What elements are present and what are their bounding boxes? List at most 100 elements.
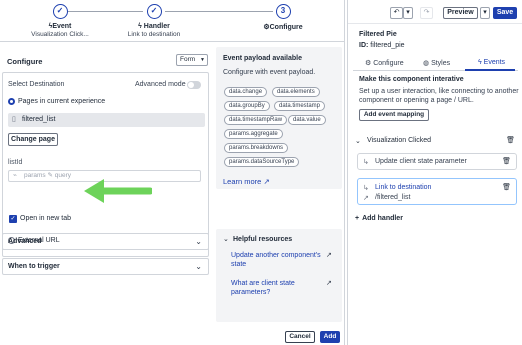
tab-configure[interactable]: ⚙ Configure [365,59,404,67]
component-config-panel: ↶ ▾ ↷ Preview ▾ Save Filtered Pie ID: fi… [347,0,522,345]
configure-title: Configure [7,57,43,66]
id-value: filtered_pie [370,42,405,49]
step-title: Event [52,23,72,30]
chevron-down-icon: ⌄ [195,262,202,271]
payload-chip[interactable]: params.breakdowns [224,143,289,153]
action-sublabel: /filtered_list [375,194,411,201]
stepper: ✓ ϟEvent Visualization Click... ✓ ϟ Hand… [0,0,345,42]
form-select[interactable]: Form ▼ [176,54,208,66]
page-icon: ▯ [12,116,16,123]
variable-icon: ⌁ [13,172,17,179]
listid-placeholder: params ✎ query [24,172,71,179]
step-subtitle: Link to destination [127,31,181,38]
pages-radio-label: Pages in current experience [18,98,106,105]
step-event[interactable]: ✓ ϟEvent Visualization Click... [15,4,105,38]
payload-chip[interactable]: data.elements [272,87,320,97]
pages-radio[interactable] [8,98,15,105]
step-handler[interactable]: ✓ ϟ Handler Link to destination [109,4,199,38]
preview-dropdown-icon[interactable]: ▾ [480,7,490,19]
learn-more-label: Learn more [223,177,262,186]
trash-icon[interactable]: 🗑 [506,136,515,144]
step-subtitle: Visualization Click... [31,31,89,38]
advanced-accordion[interactable]: Advanced ⌄ [2,233,209,250]
configure-column: Configure Form ▼ Select Destination Adva… [0,47,212,277]
payload-chip[interactable]: data.value [288,115,326,125]
active-tab-indicator [465,69,515,71]
trash-icon[interactable]: 🗑 [502,157,511,165]
selected-page-value: filtered_list [22,116,56,123]
trash-icon[interactable]: 🗑 [502,183,511,191]
step-title: Handler [143,23,170,30]
step-title: Configure [269,24,303,31]
selected-page-field: ▯ filtered_list [8,113,205,127]
check-icon: ✓ [146,4,162,19]
learn-more-link[interactable]: Learn more ↗ [223,177,270,186]
add-button[interactable]: Add [320,331,340,343]
when-to-trigger-label: When to trigger [8,263,60,270]
external-link-icon: ↗ [326,280,332,287]
helpful-title: Helpful resources [233,236,293,243]
payload-chip[interactable]: params.dataSourceType [224,157,300,167]
payload-chip[interactable]: params.aggregate [224,129,283,139]
add-event-mapping-button[interactable]: Add event mapping [359,109,429,121]
redo-button[interactable]: ↷ [420,7,433,19]
tab-events[interactable]: ϟ Events [478,59,505,66]
helpful-resources-card: ⌄ Helpful resources Update another compo… [216,229,342,322]
open-new-tab-label: Open in new tab [20,215,71,222]
top-toolbar: ↶ ▾ ↷ Preview ▾ Save [348,0,522,24]
component-id: ID: filtered_pie [359,42,405,49]
handler-icon: ↳ [363,159,369,166]
component-name: Filtered Pie [359,31,397,38]
advanced-mode-toggle[interactable] [187,81,201,89]
help-link-client-state[interactable]: What are client state parameters? [231,279,321,297]
select-destination-label: Select Destination [8,81,65,88]
chevron-down-icon: ⌄ [195,237,202,246]
advanced-label: Advanced [8,238,42,245]
payload-title: Event payload available [223,55,302,62]
payload-chip[interactable]: data.timestamp [274,101,326,111]
form-select-value: Form [180,56,196,63]
undo-button[interactable]: ↶ [390,7,403,19]
payload-chip[interactable]: data.change [224,87,268,97]
step-configure[interactable]: 3 ⚙Configure [238,4,328,31]
event-payload-card: Event payload available Configure with e… [216,47,342,189]
action-card-update-state[interactable]: ↳ Update client state parameter 🗑 [357,153,517,170]
link-icon: ↗ [363,195,369,202]
chevron-down-icon: ⌄ [355,138,361,145]
events-description: Set up a user interaction, like connecti… [359,88,519,104]
id-label: ID: [359,42,369,49]
payload-chip[interactable]: data.timestampRaw [224,115,288,125]
action-card-link-destination[interactable]: ↳ Link to destination ↗ /filtered_list 🗑 [357,178,517,205]
event-group-header[interactable]: ⌄ Visualization Clicked 🗑 [355,137,518,149]
events-title: Make this component interative [359,76,464,83]
action-label: Update client state parameter [375,158,467,165]
open-new-tab-checkbox[interactable]: ✓ [9,215,17,223]
save-button[interactable]: Save [493,7,517,19]
when-to-trigger-accordion[interactable]: When to trigger ⌄ [2,258,209,275]
action-label: Link to destination [375,184,432,191]
add-handler-label: Add handler [362,215,403,222]
payload-subtitle: Configure with event payload. [223,69,316,76]
check-icon: ✓ [52,4,68,19]
preview-button[interactable]: Preview [443,7,478,19]
add-handler-button[interactable]: + Add handler [355,215,403,222]
gear-icon: ⚙ [365,60,374,67]
event-name: Visualization Clicked [367,137,432,144]
plus-icon: + [355,215,360,222]
advanced-mode-label: Advanced mode [135,81,186,88]
listid-label: listId [8,159,23,166]
palette-icon: ◍ [423,60,432,67]
event-mapping-modal: ✓ ϟEvent Visualization Click... ✓ ϟ Hand… [0,0,345,345]
chevron-down-icon[interactable]: ⌄ [223,235,229,243]
cancel-button[interactable]: Cancel [285,331,315,343]
handler-icon: ↳ [363,185,369,192]
panel-tabs: ⚙ Configure ◍ Styles ϟ Events [353,56,518,71]
chevron-down-icon: ▼ [200,57,205,63]
undo-dropdown-icon[interactable]: ▾ [403,7,413,19]
step-number: 3 [275,4,291,19]
payload-chip[interactable]: data.groupBy [224,101,270,111]
annotation-arrow [84,179,152,203]
change-page-button[interactable]: Change page [8,133,58,146]
help-link-update-state[interactable]: Update another component's state [231,251,321,269]
tab-styles[interactable]: ◍ Styles [423,59,450,67]
